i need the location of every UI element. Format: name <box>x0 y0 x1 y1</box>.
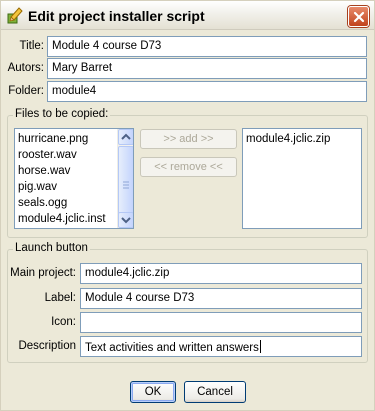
icon-label: Icon: <box>51 316 76 328</box>
list-item[interactable]: horse.wav <box>15 163 133 179</box>
title-input[interactable]: Module 4 course D73 <box>47 36 367 57</box>
list-item[interactable]: module4.jclic.inst <box>15 211 133 227</box>
files-legend: Files to be copied: <box>13 108 111 120</box>
folder-input[interactable]: module4 <box>47 81 367 102</box>
icon-input[interactable] <box>80 312 362 333</box>
launch-legend: Launch button <box>13 242 90 254</box>
label-input[interactable]: Module 4 course D73 <box>80 288 362 309</box>
list-item[interactable]: seals.ogg <box>15 195 133 211</box>
main-project-label: Main project: <box>10 267 76 279</box>
add-button[interactable]: >> add >> <box>140 129 237 149</box>
autors-label: Autors: <box>7 62 44 74</box>
autors-input[interactable]: Mary Barret <box>47 58 367 79</box>
chevron-up-icon <box>121 133 131 140</box>
selected-files-list[interactable]: module4.jclic.zip <box>242 128 362 229</box>
dialog-window: Edit project installer script Title: Mod… <box>0 0 375 411</box>
main-project-input[interactable]: module4.jclic.zip <box>80 263 362 284</box>
list-item[interactable]: hurricane.png <box>15 131 133 147</box>
scroll-down-button[interactable] <box>118 212 133 228</box>
list-item[interactable]: rooster.wav <box>15 147 133 163</box>
window-title: Edit project installer script <box>28 8 205 24</box>
vertical-scrollbar[interactable] <box>117 129 133 228</box>
folder-label: Folder: <box>8 85 44 97</box>
description-text: Text activities and written answers <box>85 342 259 354</box>
close-icon <box>353 11 365 23</box>
available-files-list[interactable]: hurricane.png rooster.wav horse.wav pig.… <box>14 128 134 229</box>
list-item[interactable]: pig.wav <box>15 179 133 195</box>
label-label: Label: <box>44 292 76 304</box>
chevron-down-icon <box>121 217 131 224</box>
scroll-up-button[interactable] <box>118 129 133 145</box>
text-caret <box>259 340 261 353</box>
title-bar[interactable]: Edit project installer script <box>1 1 374 30</box>
description-label: Description <box>18 340 76 352</box>
ok-button[interactable]: OK <box>130 381 176 403</box>
description-input[interactable]: Text activities and written answers <box>80 336 362 357</box>
list-item[interactable]: module4.jclic.zip <box>243 131 361 147</box>
cancel-button[interactable]: Cancel <box>184 381 246 403</box>
title-label: Title: <box>19 40 45 52</box>
remove-button[interactable]: << remove << <box>140 157 237 177</box>
close-button[interactable] <box>348 6 369 27</box>
pencil-icon <box>7 6 23 24</box>
